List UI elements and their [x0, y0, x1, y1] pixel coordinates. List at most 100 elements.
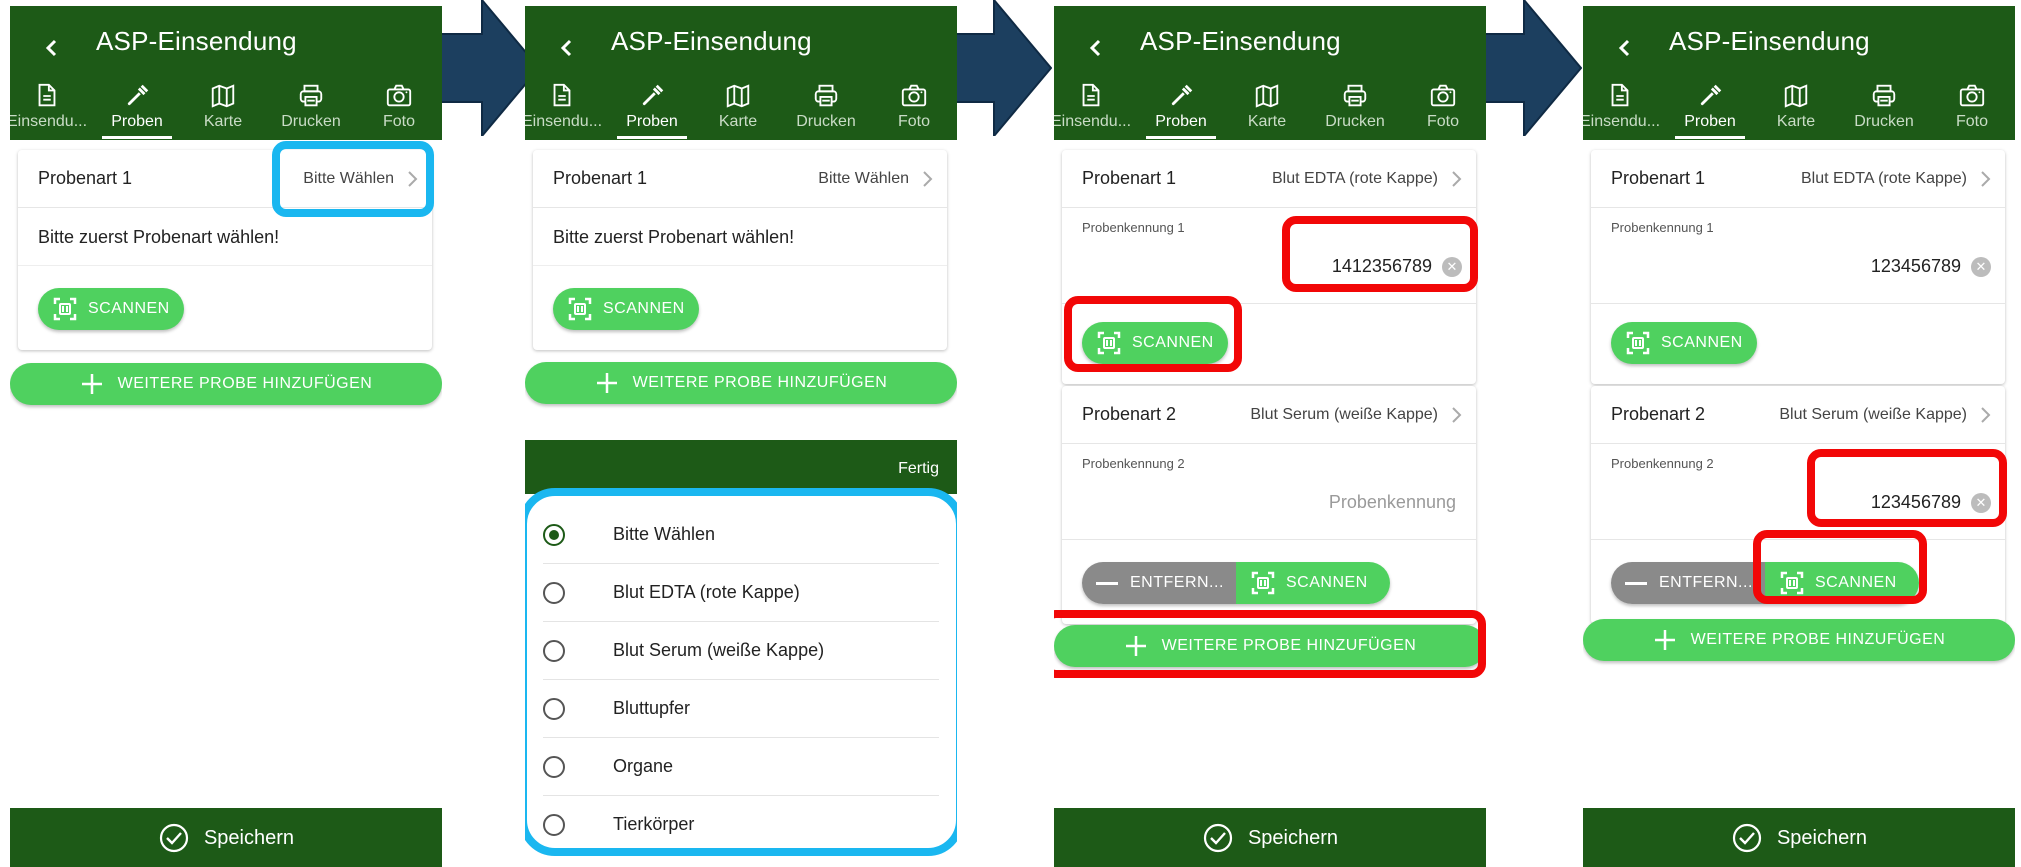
tab-foto[interactable]: Foto — [1400, 78, 1486, 140]
sample-type-value[interactable]: Bitte Wählen — [818, 170, 909, 188]
sample-type-value[interactable]: Blut Serum (weiße Kappe) — [1250, 406, 1438, 424]
sample-type-row[interactable]: Probenart 1 Blut EDTA (rote Kappe) — [1591, 150, 2005, 208]
chevron-right-icon — [1981, 171, 1990, 187]
camera-icon — [1959, 84, 1985, 107]
radio[interactable] — [543, 756, 565, 778]
sample-id-input[interactable]: 123456789 — [1871, 492, 1961, 513]
sample-type-value[interactable]: Bitte Wählen — [303, 170, 394, 188]
sample-type-row[interactable]: Probenart 2 Blut Serum (weiße Kappe) — [1062, 386, 1476, 444]
radio[interactable] — [543, 640, 565, 662]
button-area: SCANNEN — [1062, 304, 1476, 384]
sample-id-row: Probenkennung 1 1412356789 ✕ — [1062, 208, 1476, 304]
tab-karte[interactable]: Karte — [180, 78, 266, 140]
printer-icon — [1872, 84, 1896, 107]
tab-einsendung[interactable]: Einsendu... — [10, 78, 90, 140]
tab-foto[interactable]: Foto — [356, 78, 442, 140]
document-icon — [38, 83, 56, 107]
check-circle-icon — [1732, 823, 1762, 853]
minus-icon — [1625, 581, 1647, 585]
sample-type-value[interactable]: Blut EDTA (rote Kappe) — [1801, 170, 1967, 188]
app-title: ASP-Einsendung — [1140, 26, 1341, 56]
radio-selected[interactable] — [543, 524, 565, 546]
tab-proben[interactable]: Proben — [94, 78, 180, 140]
picker-option[interactable]: Blut Serum (weiße Kappe) — [543, 622, 939, 680]
radio[interactable] — [543, 582, 565, 604]
tab-foto[interactable]: Foto — [1929, 78, 2015, 140]
tab-karte[interactable]: Karte — [1753, 78, 1839, 140]
tab-drucken[interactable]: Drucken — [783, 78, 869, 140]
sample-id-input[interactable]: 1412356789 — [1332, 256, 1432, 277]
document-icon — [553, 83, 571, 107]
tab-foto[interactable]: Foto — [871, 78, 957, 140]
sample-type-row[interactable]: Probenart 2 Blut Serum (weiße Kappe) — [1591, 386, 2005, 444]
picker-option[interactable]: Tierkörper — [543, 796, 939, 854]
done-button[interactable]: Fertig — [898, 460, 939, 478]
check-circle-icon — [159, 823, 189, 853]
hint-row: Bitte zuerst Probenart wählen! — [533, 208, 947, 266]
scan-button[interactable]: SCANNEN — [1082, 322, 1228, 364]
button-area: ENTFERN... SCANNEN — [1062, 540, 1476, 624]
scan-button[interactable]: SCANNEN — [553, 288, 699, 330]
back-button[interactable] — [1605, 28, 1645, 68]
tab-karte[interactable]: Karte — [1224, 78, 1310, 140]
picker-option[interactable]: Organe — [543, 738, 939, 796]
tab-proben[interactable]: Proben — [1667, 78, 1753, 140]
save-button[interactable]: Speichern — [1054, 808, 1486, 867]
clear-icon[interactable]: ✕ — [1971, 493, 1991, 513]
sample-type-row[interactable]: Probenart 1 Bitte Wählen — [533, 150, 947, 208]
radio[interactable] — [543, 814, 565, 836]
add-sample-button[interactable]: WEITERE PROBE HINZUFÜGEN — [1054, 625, 1486, 667]
sample-card-2: Probenart 2 Blut Serum (weiße Kappe) Pro… — [1591, 386, 2005, 624]
save-button[interactable]: Speichern — [10, 808, 442, 867]
qr-scan-icon — [53, 297, 77, 321]
back-button[interactable] — [547, 28, 587, 68]
tab-drucken[interactable]: Drucken — [1312, 78, 1398, 140]
pipette-icon — [1170, 84, 1193, 107]
save-button[interactable]: Speichern — [1583, 808, 2015, 867]
remove-button[interactable]: ENTFERN... — [1082, 562, 1236, 604]
clear-icon[interactable]: ✕ — [1442, 257, 1462, 277]
tab-proben[interactable]: Proben — [609, 78, 695, 140]
flow-arrow-3 — [1477, 0, 1582, 136]
tab-drucken[interactable]: Drucken — [1841, 78, 1927, 140]
radio[interactable] — [543, 698, 565, 720]
sample-id-input[interactable]: 123456789 — [1871, 256, 1961, 277]
tab-einsendung[interactable]: Einsendu... — [1583, 78, 1663, 140]
chevron-right-icon — [1452, 407, 1461, 423]
tab-karte[interactable]: Karte — [695, 78, 781, 140]
clear-icon[interactable]: ✕ — [1971, 257, 1991, 277]
sample-id-input[interactable]: Probenkennung — [1329, 492, 1456, 513]
back-button[interactable] — [1076, 28, 1116, 68]
remove-button[interactable]: ENTFERN... — [1611, 562, 1765, 604]
tab-einsendung[interactable]: Einsendu... — [525, 78, 605, 140]
back-button[interactable] — [32, 28, 72, 68]
picker-option[interactable]: Bitte Wählen — [543, 506, 939, 564]
scan-button[interactable]: SCANNEN — [1611, 322, 1757, 364]
picker-toolbar: Fertig — [525, 440, 957, 494]
sample-type-value[interactable]: Blut Serum (weiße Kappe) — [1779, 406, 1967, 424]
scan-button[interactable]: SCANNEN — [38, 288, 184, 330]
scan-button[interactable]: SCANNEN — [1236, 562, 1390, 604]
picker-option[interactable]: Blut EDTA (rote Kappe) — [543, 564, 939, 622]
minus-icon — [1096, 581, 1118, 585]
sample-type-row[interactable]: Probenart 1 Bitte Wählen — [18, 150, 432, 208]
chevron-left-icon — [561, 39, 572, 57]
chevron-left-icon — [1090, 39, 1101, 57]
picker-option[interactable]: Bluttupfer — [543, 680, 939, 738]
sample-type-row[interactable]: Probenart 1 Blut EDTA (rote Kappe) — [1062, 150, 1476, 208]
add-sample-button[interactable]: WEITERE PROBE HINZUFÜGEN — [525, 362, 957, 404]
app-bar: ASP-Einsendung Einsendu... Proben Karte … — [525, 6, 957, 140]
button-area: SCANNEN — [1591, 304, 2005, 384]
scan-button[interactable]: SCANNEN — [1765, 562, 1919, 604]
sample-id-row: Probenkennung 2 Probenkennung — [1062, 444, 1476, 540]
map-icon — [211, 84, 235, 108]
tab-drucken[interactable]: Drucken — [268, 78, 354, 140]
printer-icon — [814, 84, 838, 107]
add-sample-button[interactable]: WEITERE PROBE HINZUFÜGEN — [1583, 619, 2015, 661]
tab-einsendung[interactable]: Einsendu... — [1054, 78, 1134, 140]
tab-proben[interactable]: Proben — [1138, 78, 1224, 140]
add-sample-button[interactable]: WEITERE PROBE HINZUFÜGEN — [10, 363, 442, 405]
screen-4: ASP-Einsendung Einsendu... Proben Karte … — [1583, 6, 2015, 867]
sample-id-row: Probenkennung 1 123456789 ✕ — [1591, 208, 2005, 304]
sample-type-value[interactable]: Blut EDTA (rote Kappe) — [1272, 170, 1438, 188]
